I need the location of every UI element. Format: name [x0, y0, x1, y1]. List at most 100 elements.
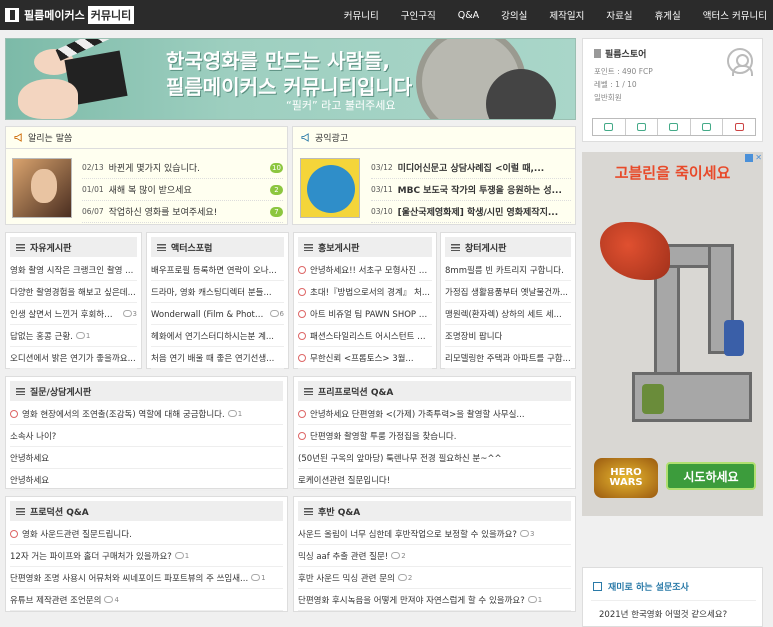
board-header[interactable]: 액터스포럼: [151, 237, 284, 257]
post-title[interactable]: 맹원렉(환자렉) 상하의 세트 세...: [445, 308, 562, 320]
post-row[interactable]: 영화 사운드관련 질문드립니다.: [10, 523, 283, 545]
post-row[interactable]: 로케이션관련 질문입니다!: [298, 469, 571, 491]
post-row[interactable]: 맹원렉(환자렉) 상하의 세트 세...: [445, 303, 571, 325]
notice-item[interactable]: 06/07 작업하신 영화를 보여주세요! 7: [82, 201, 283, 223]
board-header[interactable]: 프로덕션 Q&A: [10, 501, 283, 521]
ad-cta-button[interactable]: 시도하세요: [666, 462, 756, 490]
public-ad-title[interactable]: 공익광고: [315, 131, 348, 144]
post-row[interactable]: 단편영화 조명 사용시 어뮤처와 씨네포이드 파포트뷰의 주 쓰임새... 1: [10, 567, 283, 589]
post-title[interactable]: 초대!『방법으로서의 경계』 처...: [310, 286, 430, 298]
ad-text[interactable]: 미디어신문고 상담사례집 <이럴 때,...: [398, 161, 571, 174]
board-header[interactable]: 질문/상담게시판: [10, 381, 283, 401]
post-row[interactable]: 단편영화 후시녹음을 어떻게 만져야 자연스럽게 할 수 있을까요? 1: [298, 589, 571, 611]
post-row[interactable]: 안녕하세요 단편영화 <(가제) 가족투력>을 촬영할 사무실...: [298, 403, 571, 425]
hero-banner[interactable]: 한국영화를 만드는 사람들, 필름메이커스 커뮤니티입니다 “필커” 라고 불러…: [5, 38, 576, 120]
post-title[interactable]: 단편영화 촬영할 투룸 가정집을 찾습니다.: [310, 430, 456, 442]
notice-title[interactable]: 알리는 말씀: [28, 131, 72, 144]
post-title[interactable]: 인생 살면서 느낀거 후회하는거!: [10, 308, 120, 320]
ad-text[interactable]: MBC 보도국 작가의 투쟁을 응원하는 성...: [398, 183, 571, 196]
profile-name-text[interactable]: 필름스토어: [605, 47, 646, 60]
post-row[interactable]: 안녕하세요: [10, 469, 283, 491]
public-ad-item[interactable]: 03/11 MBC 보도국 작가의 투쟁을 응원하는 성...: [371, 179, 571, 201]
post-row[interactable]: 배우프로필 등록하면 연락이 오나...: [151, 259, 284, 281]
post-title[interactable]: 단편영화 후시녹음을 어떻게 만져야 자연스럽게 할 수 있을까요?: [298, 594, 525, 606]
nav-item-jobs[interactable]: 구인구직: [401, 8, 436, 22]
post-title[interactable]: 헤화에서 연기스터디하시는분 계...: [151, 330, 274, 342]
post-title[interactable]: 단편영화 조명 사용시 어뮤처와 씨네포이드 파포트뷰의 주 쓰임새...: [10, 572, 248, 584]
board-header[interactable]: 홍보게시판: [298, 237, 432, 257]
post-row[interactable]: Wonderwall (Film & Photo 클... 6: [151, 303, 284, 325]
post-row[interactable]: 단편영화 촬영할 투룸 가정집을 찾습니다.: [298, 425, 571, 447]
board-title[interactable]: 질문/상담게시판: [30, 385, 91, 398]
post-row[interactable]: 조명장비 팝니다: [445, 325, 571, 347]
public-ad-thumbnail[interactable]: [300, 158, 360, 218]
post-title[interactable]: 무한신뢰 <프롭토스> 3월...: [310, 352, 414, 364]
game-ad[interactable]: 고블린을 죽이세요 ✕ HERO WARS 시도하세요: [582, 152, 763, 516]
site-logo[interactable]: 필름메이커스 커뮤니티: [5, 6, 135, 24]
notice-thumbnail[interactable]: [12, 158, 72, 218]
post-row[interactable]: 안녕하세요!! 서초구 모형사진 전문...: [298, 259, 432, 281]
board-title[interactable]: 창터게시판: [465, 241, 506, 254]
post-row[interactable]: 영화 촬영 시작은 크랭크인 촬영 ...: [10, 259, 137, 281]
board-title[interactable]: 후반 Q&A: [318, 505, 360, 518]
post-title[interactable]: 드라마, 영화 캐스팅디렉터 분들...: [151, 286, 272, 298]
post-title[interactable]: 안녕하세요: [10, 452, 49, 464]
post-row[interactable]: 리모델링한 주택과 아파트를 구합...: [445, 347, 571, 369]
post-title[interactable]: 영화 촬영 시작은 크랭크인 촬영 ...: [10, 264, 133, 276]
post-title[interactable]: 답없는 홍콩 근황.: [10, 330, 73, 342]
public-ad-item[interactable]: 03/12 미디어신문고 상담사례집 <이럴 때,...: [371, 157, 571, 179]
nav-item-qna[interactable]: Q&A: [458, 10, 479, 21]
ad-info-icon[interactable]: [745, 154, 753, 162]
board-header[interactable]: 프리프로덕션 Q&A: [298, 381, 571, 401]
post-title[interactable]: 조명장비 팝니다: [445, 330, 502, 342]
public-ad-item[interactable]: 03/10 [울산국제영화제] 학생/시민 영화제작지...: [371, 201, 571, 223]
post-title[interactable]: (50년된 구옥의 앞마당) 툭렌나무 전경 필요하신 분~^^: [298, 452, 502, 464]
post-row[interactable]: 초대!『방법으로서의 경계』 처...: [298, 281, 432, 303]
post-row[interactable]: (50년된 구옥의 앞마당) 툭렌나무 전경 필요하신 분~^^: [298, 447, 571, 469]
board-title[interactable]: 홍보게시판: [318, 241, 359, 254]
board-header[interactable]: 창터게시판: [445, 237, 571, 257]
post-row[interactable]: 무한신뢰 <프롭토스> 3월...: [298, 347, 432, 369]
post-row[interactable]: 드라마, 영화 캐스팅디렉터 분들...: [151, 281, 284, 303]
post-row[interactable]: 오디션에서 밝은 연기가 좋을까요...: [10, 347, 137, 369]
post-row[interactable]: 유튜브 제작관련 조언문의 4: [10, 589, 283, 611]
post-row[interactable]: 후반 사운드 믹싱 관련 문의 2: [298, 567, 571, 589]
post-title[interactable]: 유튜브 제작관련 조언문의: [10, 594, 101, 606]
poll-header[interactable]: 재미로 하는 설문조사: [593, 580, 689, 593]
poll-question[interactable]: 2021년 한국영화 어떨것 같으세요?: [599, 608, 727, 620]
bookmark-button[interactable]: [626, 119, 659, 135]
board-title[interactable]: 프로덕션 Q&A: [30, 505, 89, 518]
notice-text[interactable]: 작업하신 영화를 보여주세요!: [109, 205, 270, 218]
post-title[interactable]: 믹싱 aaf 추출 관련 질문!: [298, 550, 388, 562]
post-title[interactable]: 다양한 촬영경험을 해보고 싶은데...: [10, 286, 136, 298]
nav-item-lectures[interactable]: 강의실: [501, 8, 527, 22]
profile-name[interactable]: 필름스토어: [594, 47, 646, 60]
post-title[interactable]: 배우프로필 등록하면 연락이 오나...: [151, 264, 277, 276]
post-title[interactable]: 아트 비쥬얼 팀 PAWN SHOP SER...: [310, 308, 432, 320]
poll-title[interactable]: 재미로 하는 설문조사: [608, 580, 689, 593]
post-title[interactable]: 가정집 생활용품부터 옛날물건까...: [445, 286, 568, 298]
board-title[interactable]: 액터스포럼: [171, 241, 212, 254]
post-row[interactable]: 헤화에서 연기스터디하시는분 계...: [151, 325, 284, 347]
ad-text[interactable]: [울산국제영화제] 학생/시민 영화제작지...: [398, 205, 571, 218]
nav-item-actors-community[interactable]: 액터스 커뮤니티: [703, 8, 767, 22]
nav-item-lounge[interactable]: 휴게실: [655, 8, 681, 22]
post-title[interactable]: 처음 연기 배울 때 좋은 연기선생...: [151, 352, 274, 364]
inbox-button[interactable]: [593, 119, 626, 135]
post-title[interactable]: 소속사 나이?: [10, 430, 56, 442]
post-row[interactable]: 다양한 촬영경험을 해보고 싶은데...: [10, 281, 137, 303]
post-row[interactable]: 8mm필름 빈 카트리지 구합니다.: [445, 259, 571, 281]
message-button[interactable]: [691, 119, 724, 135]
logout-button[interactable]: [723, 119, 755, 135]
post-title[interactable]: 안녕하세요 단편영화 <(가제) 가족투력>을 촬영할 사무실...: [310, 408, 525, 420]
post-title[interactable]: 리모델링한 주택과 아파트를 구합...: [445, 352, 571, 364]
post-title[interactable]: 안녕하세요: [10, 474, 49, 486]
notice-text[interactable]: 새해 복 많이 받으세요: [109, 183, 270, 196]
post-title[interactable]: 8mm필름 빈 카트리지 구합니다.: [445, 264, 564, 276]
post-title[interactable]: Wonderwall (Film & Photo 클...: [151, 308, 267, 320]
notice-text[interactable]: 바뀐게 몇가지 있습니다.: [109, 161, 270, 174]
post-row[interactable]: 패션스타일리스트 어시스턴트 처...: [298, 325, 432, 347]
notice-item[interactable]: 02/13 바뀐게 몇가지 있습니다. 10: [82, 157, 283, 179]
post-title[interactable]: 패션스타일리스트 어시스턴트 처...: [310, 330, 432, 342]
post-row[interactable]: 답없는 홍콩 근황. 1: [10, 325, 137, 347]
